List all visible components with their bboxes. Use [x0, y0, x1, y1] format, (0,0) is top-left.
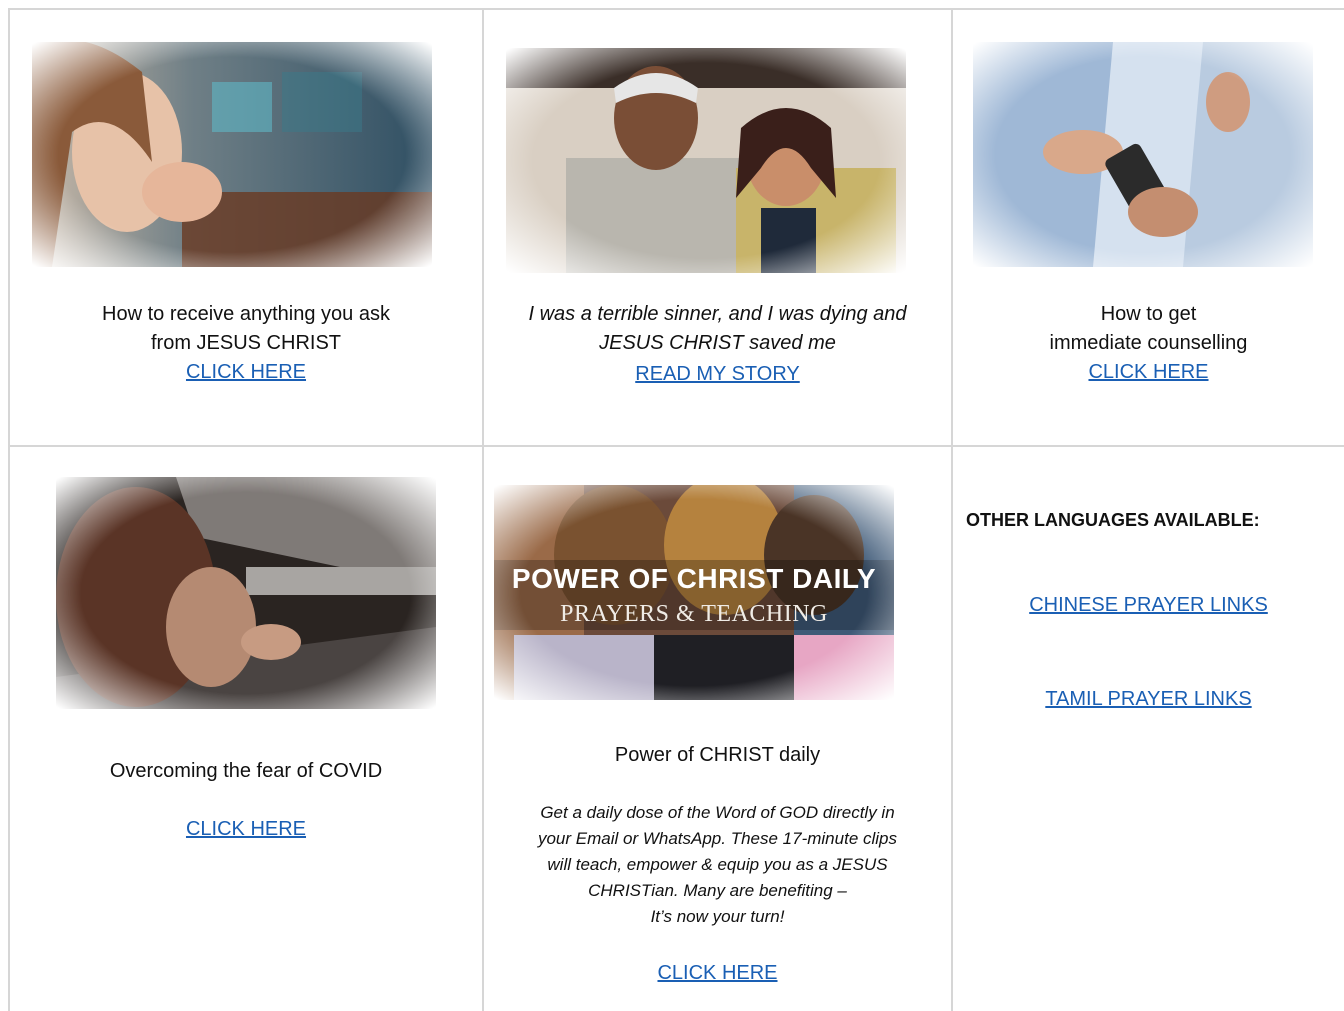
- language-link-wrap: TAMIL PRAYER LINKS: [953, 688, 1344, 711]
- read-my-story-link[interactable]: READ MY STORY: [635, 363, 800, 385]
- caption-line: from JESUS CHRIST: [150, 332, 342, 354]
- caption-line: I was a terrible sinner, and I was dying…: [528, 303, 907, 325]
- click-here-link[interactable]: CLICK HERE: [186, 361, 306, 383]
- caption-line: JESUS CHRIST saved me: [599, 332, 836, 354]
- click-here-link[interactable]: CLICK HERE: [186, 818, 306, 840]
- caption-line: How to receive anything you ask: [102, 303, 390, 325]
- phone-hands-photo: [973, 42, 1313, 267]
- couple-photo: [506, 48, 906, 273]
- banner-title: POWER OF CHRIST DAILY: [511, 563, 877, 594]
- card-caption: Overcoming the fear of COVID: [10, 757, 482, 786]
- tamil-prayer-links[interactable]: TAMIL PRAYER LINKS: [1045, 688, 1251, 710]
- card-link-wrap: CLICK HERE: [10, 815, 482, 844]
- description-line: CHRISTian. Many are benefiting –: [588, 881, 847, 900]
- card-link-wrap: CLICK HERE: [484, 959, 951, 988]
- click-here-link[interactable]: CLICK HERE: [1088, 361, 1208, 383]
- card-link-wrap: READ MY STORY: [484, 360, 951, 389]
- group-hug-banner: POWER OF CHRIST DAILY PRAYERS & TEACHING: [494, 485, 894, 700]
- description-line: Get a daily dose of the Word of GOD dire…: [540, 803, 895, 822]
- child-peeking-photo: [56, 477, 436, 709]
- banner-subtitle: PRAYERS & TEACHING: [560, 601, 828, 627]
- languages-heading: OTHER LANGUAGES AVAILABLE:: [966, 510, 1260, 530]
- card-caption: How to get immediate counselling CLICK H…: [953, 300, 1344, 387]
- caption-line: Overcoming the fear of COVID: [109, 760, 383, 782]
- woman-praying-photo: [32, 42, 432, 267]
- description-line: will teach, empower & equip you as a JES…: [547, 855, 888, 874]
- card-story: I was a terrible sinner, and I was dying…: [484, 10, 951, 445]
- card-covid: Overcoming the fear of COVID CLICK HERE: [10, 447, 482, 1011]
- card-receive: How to receive anything you ask from JES…: [10, 10, 482, 445]
- click-here-link[interactable]: CLICK HERE: [657, 962, 777, 984]
- card-power-daily: POWER OF CHRIST DAILY PRAYERS & TEACHING…: [484, 447, 951, 1011]
- description-line: your Email or WhatsApp. These 17-minute …: [537, 829, 898, 848]
- card-description: Get a daily dose of the Word of GOD dire…: [484, 800, 951, 930]
- description-line: It’s now your turn!: [650, 907, 785, 926]
- card-caption: Power of CHRIST daily: [484, 741, 951, 770]
- card-caption: How to receive anything you ask from JES…: [10, 300, 482, 387]
- caption-line: immediate counselling: [1049, 332, 1248, 354]
- caption-line: Power of CHRIST daily: [614, 744, 821, 766]
- chinese-prayer-links[interactable]: CHINESE PRAYER LINKS: [1029, 594, 1268, 616]
- card-caption: I was a terrible sinner, and I was dying…: [484, 300, 951, 358]
- language-link-wrap: CHINESE PRAYER LINKS: [953, 594, 1344, 617]
- caption-line: How to get: [1100, 303, 1197, 325]
- card-counselling: How to get immediate counselling CLICK H…: [953, 10, 1344, 445]
